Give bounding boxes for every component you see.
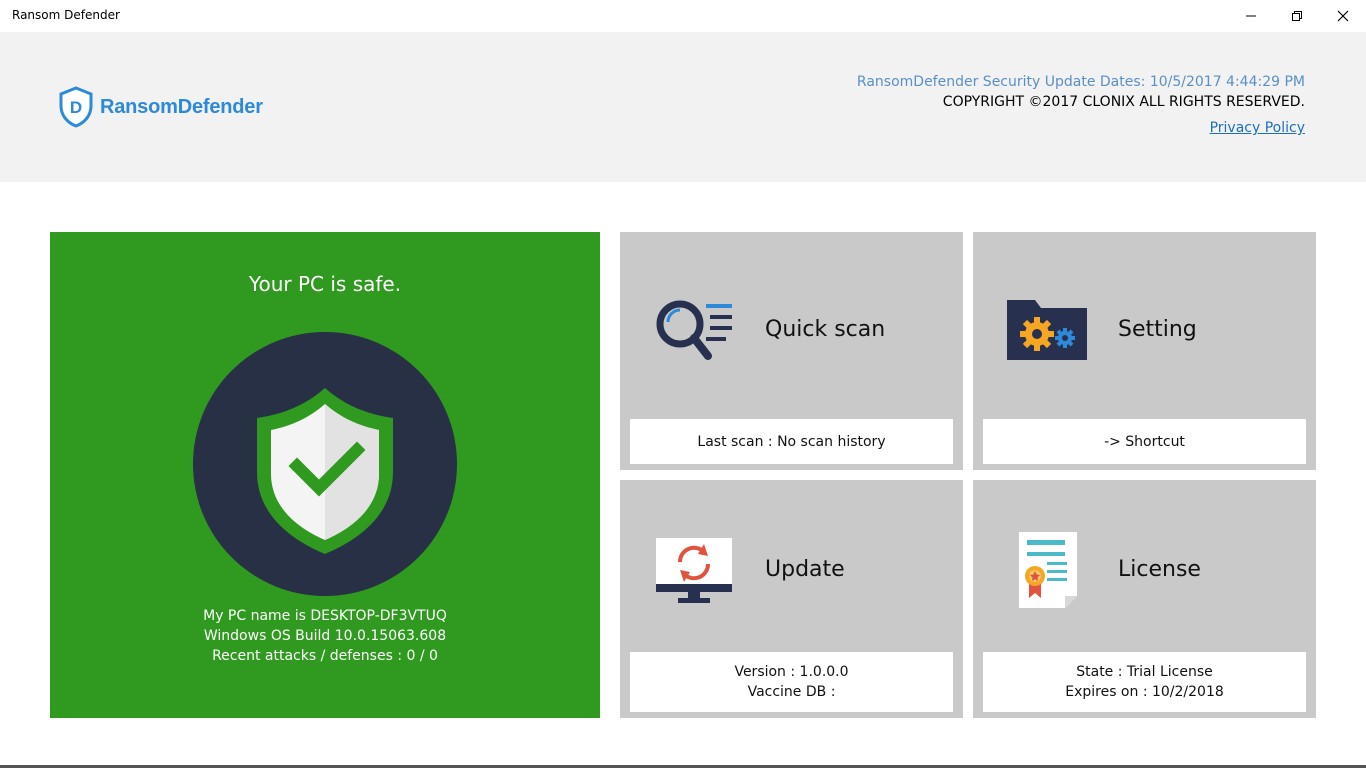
quick-scan-label: Quick scan xyxy=(765,317,886,342)
update-tile[interactable]: Update Version : 1.0.0.0 Vaccine DB : xyxy=(620,480,963,718)
license-state: State : Trial License xyxy=(1076,664,1213,680)
update-dates: RansomDefender Security Update Dates: 10… xyxy=(856,74,1305,90)
attacks-defenses: Recent attacks / defenses : 0 / 0 xyxy=(212,648,438,664)
os-build: Windows OS Build 10.0.15063.608 xyxy=(203,628,447,644)
app-logo: D RansomDefender xyxy=(58,86,263,128)
header-info: RansomDefender Security Update Dates: 10… xyxy=(857,72,1305,138)
shortcut-link[interactable]: -> Shortcut xyxy=(983,432,1306,452)
restore-icon xyxy=(1292,11,1302,21)
magnifier-list-icon xyxy=(654,298,734,366)
setting-tile[interactable]: Setting -> Shortcut xyxy=(973,232,1316,470)
shield-check-icon xyxy=(193,332,457,596)
copyright: COPYRIGHT ©2017 CLONIX ALL RIGHTS RESERV… xyxy=(942,94,1305,110)
vaccine-db-text: Vaccine DB : xyxy=(747,684,836,700)
close-button[interactable] xyxy=(1320,0,1366,32)
header: D RansomDefender RansomDefender Security… xyxy=(0,32,1366,182)
setting-label: Setting xyxy=(1118,317,1197,342)
pc-name: My PC name is DESKTOP-DF3VTUQ xyxy=(203,608,447,624)
logo-shield-icon: D xyxy=(59,86,93,128)
title-bar: Ransom Defender xyxy=(0,0,1366,32)
update-label: Update xyxy=(765,557,845,582)
setting-info[interactable]: -> Shortcut xyxy=(983,419,1306,464)
license-expiry: Expires on : 10/2/2018 xyxy=(1065,684,1224,700)
quick-scan-info: Last scan : No scan history xyxy=(630,419,953,464)
version-text: Version : 1.0.0.0 xyxy=(734,664,849,680)
folder-gears-icon xyxy=(1007,296,1087,364)
monitor-refresh-icon xyxy=(654,536,734,610)
certificate-icon xyxy=(1017,530,1081,614)
last-scan-text: Last scan : No scan history xyxy=(697,433,886,450)
logo-text: RansomDefender xyxy=(100,95,263,118)
license-label: License xyxy=(1118,557,1201,582)
quick-scan-tile[interactable]: Quick scan Last scan : No scan history xyxy=(620,232,963,470)
license-tile[interactable]: License State : Trial License Expires on… xyxy=(973,480,1316,718)
license-info: State : Trial License Expires on : 10/2/… xyxy=(983,652,1306,712)
update-info: Version : 1.0.0.0 Vaccine DB : xyxy=(630,652,953,712)
status-panel: Your PC is safe. My PC name is DESKTOP-D… xyxy=(50,232,600,718)
status-title: Your PC is safe. xyxy=(248,272,402,296)
minimize-icon xyxy=(1246,15,1256,17)
minimize-button[interactable] xyxy=(1228,0,1274,32)
restore-button[interactable] xyxy=(1274,0,1320,32)
window-title: Ransom Defender xyxy=(12,8,120,22)
svg-text:D: D xyxy=(70,98,82,117)
privacy-policy-link[interactable]: Privacy Policy xyxy=(1210,118,1305,138)
pc-info: My PC name is DESKTOP-DF3VTUQ Windows OS… xyxy=(50,606,600,666)
close-icon xyxy=(1337,10,1349,22)
